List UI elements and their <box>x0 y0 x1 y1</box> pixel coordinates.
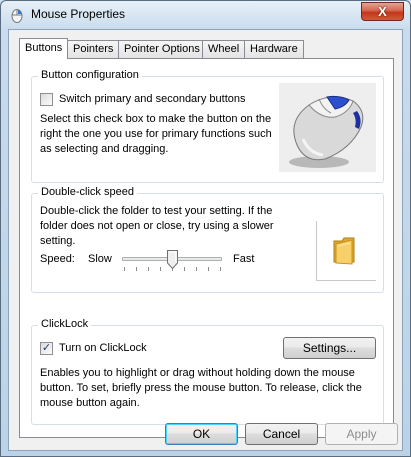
clicklock-settings-button[interactable]: Settings... <box>283 337 376 359</box>
button-label: Apply <box>346 427 377 441</box>
dialog-client-area: Buttons Pointers Pointer Options Wheel H… <box>8 29 403 451</box>
clicklock-description-line: button. To set, briefly press the mouse … <box>40 382 362 394</box>
switch-buttons-label[interactable]: Switch primary and secondary buttons <box>59 92 245 107</box>
button-config-description-line: right the one you use for primary functi… <box>40 128 272 140</box>
tab-hardware[interactable]: Hardware <box>244 40 304 58</box>
button-label: OK <box>192 427 211 441</box>
slider-tick <box>196 267 197 271</box>
folder-icon[interactable] <box>332 235 358 265</box>
cancel-button[interactable]: Cancel <box>245 423 318 445</box>
clicklock-label[interactable]: Turn on ClickLock <box>59 341 147 356</box>
group-legend: Double-click speed <box>38 186 137 198</box>
buttons-tab-panel: Button configuration Switch primary and … <box>19 58 394 438</box>
tab-label: Pointer Options <box>124 43 200 55</box>
slider-tick <box>208 267 209 271</box>
clicklock-description-line: Enables you to highlight or drag without… <box>40 367 355 379</box>
clicklock-description-line: mouse button again. <box>40 397 140 409</box>
mouse-icon <box>11 9 23 23</box>
window-title: Mouse Properties <box>31 7 126 21</box>
group-legend: ClickLock <box>38 318 92 330</box>
title-bar[interactable]: Mouse Properties X <box>1 1 410 28</box>
slider-tick <box>136 267 137 271</box>
button-config-description-line: as selecting and dragging. <box>40 143 169 155</box>
button-config-description-line: Select this check box to make the button… <box>40 113 272 125</box>
double-click-speed-group: Double-click speed Double-click the fold… <box>31 186 384 293</box>
speed-label: Speed: <box>40 253 75 265</box>
slow-label: Slow <box>88 253 112 265</box>
close-button[interactable]: X <box>361 2 404 21</box>
clicklock-checkbox[interactable]: ✓ <box>40 342 53 355</box>
tab-label: Pointers <box>73 43 114 55</box>
slider-tick <box>184 267 185 271</box>
button-label: Cancel <box>262 427 301 441</box>
tab-label: Hardware <box>250 43 298 55</box>
clicklock-group: ClickLock ✓ Turn on ClickLock Settings..… <box>31 318 384 425</box>
slider-thumb[interactable] <box>167 250 178 269</box>
button-label: Settings... <box>302 341 357 355</box>
tab-wheel[interactable]: Wheel <box>202 40 246 58</box>
double-click-description-line: setting. <box>40 235 76 247</box>
fast-label: Fast <box>233 253 255 265</box>
tab-pointers[interactable]: Pointers <box>67 40 120 58</box>
tab-label: Buttons <box>25 42 63 54</box>
apply-button[interactable]: Apply <box>325 423 398 445</box>
test-folder-area[interactable] <box>316 221 376 281</box>
mouse-illustration-icon <box>279 83 376 172</box>
tab-buttons[interactable]: Buttons <box>19 38 69 59</box>
button-configuration-group: Button configuration Switch primary and … <box>31 69 384 183</box>
tab-label: Wheel <box>208 43 240 55</box>
mouse-properties-window: Mouse Properties X Buttons Pointers Poin… <box>0 0 411 457</box>
group-legend: Button configuration <box>38 69 142 81</box>
slider-tick <box>148 267 149 271</box>
double-click-description-line: folder does not open or close, try using… <box>40 220 274 232</box>
slider-tick <box>160 267 161 271</box>
slider-tick <box>220 267 221 271</box>
double-click-speed-slider[interactable] <box>122 249 222 274</box>
check-icon: ✓ <box>41 342 52 354</box>
tab-pointer-options[interactable]: Pointer Options <box>118 40 206 58</box>
switch-buttons-checkbox[interactable] <box>40 93 53 106</box>
close-icon: X <box>378 4 387 19</box>
ok-button[interactable]: OK <box>165 423 238 445</box>
slider-tick <box>124 267 125 271</box>
double-click-description-line: Double-click the folder to test your set… <box>40 205 273 217</box>
